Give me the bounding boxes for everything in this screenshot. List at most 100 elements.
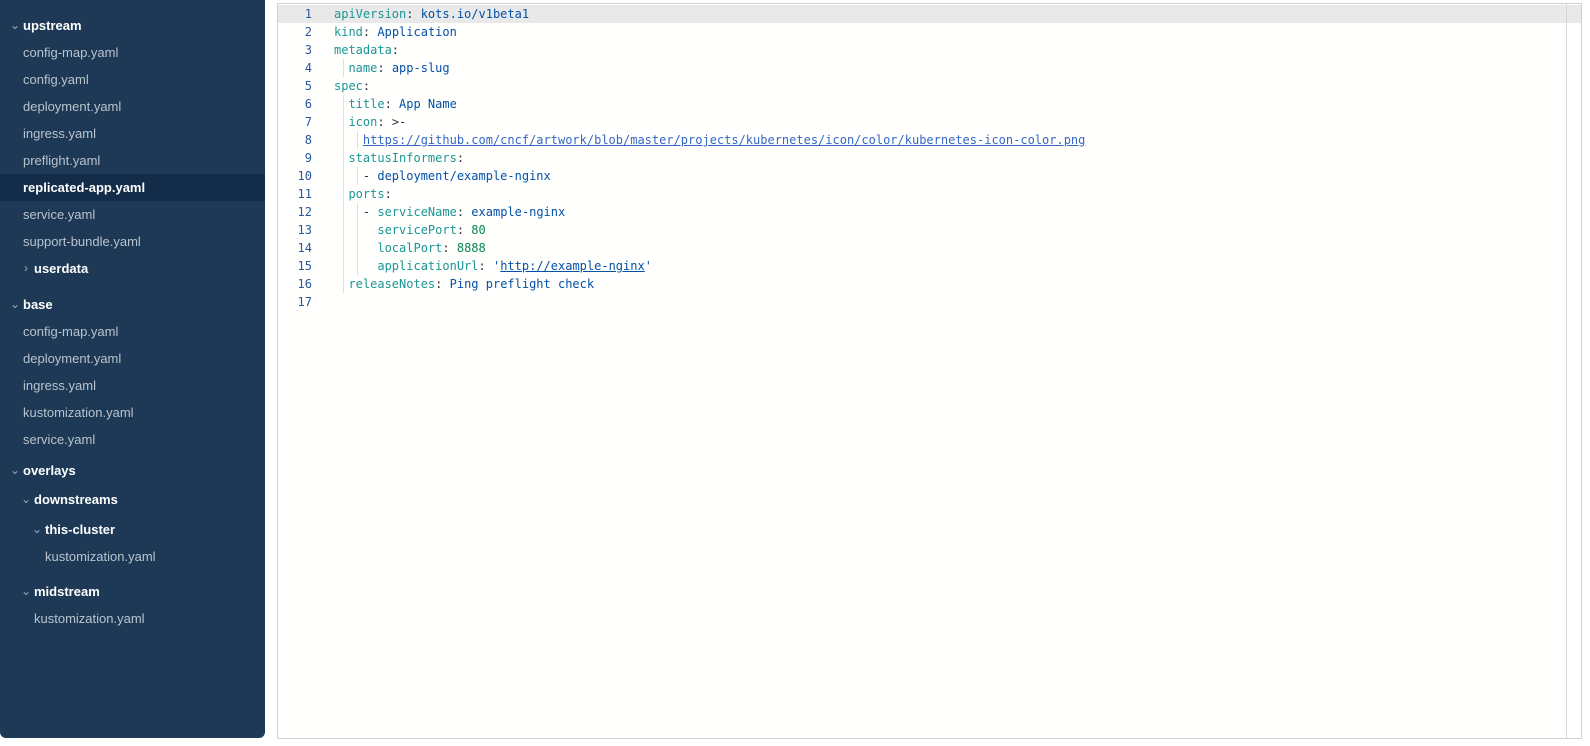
indent-guide	[343, 113, 344, 131]
file-tree-item-label: config-map.yaml	[23, 324, 118, 339]
code-line[interactable]: 13 servicePort: 80	[278, 221, 1581, 239]
code-line[interactable]: 2 kind: Application	[278, 23, 1581, 41]
file-tree-file-config-map-yaml[interactable]: config-map.yaml	[0, 318, 265, 345]
code-line[interactable]: 12 - serviceName: example-nginx	[278, 203, 1581, 221]
file-tree-folder-userdata[interactable]: › userdata	[0, 255, 265, 282]
line-number: 15	[278, 257, 312, 275]
file-tree-item-label: midstream	[34, 584, 100, 599]
file-tree-file-kustomization-yaml[interactable]: kustomization.yaml	[0, 543, 265, 570]
chevron-right-icon[interactable]: ›	[20, 255, 32, 282]
code-line[interactable]: 4 name: app-slug	[278, 59, 1581, 77]
code-line-content: releaseNotes: Ping preflight check	[312, 275, 1581, 293]
line-number: 10	[278, 167, 312, 185]
line-number: 2	[278, 23, 312, 41]
code-line-content: https://github.com/cncf/artwork/blob/mas…	[312, 131, 1581, 149]
file-tree-item-label: downstreams	[34, 492, 118, 507]
code-line-content: servicePort: 80	[312, 221, 1581, 239]
indent-guide	[343, 185, 344, 203]
file-tree-file-ingress-yaml[interactable]: ingress.yaml	[0, 120, 265, 147]
code-line[interactable]: 7 icon: >-	[278, 113, 1581, 131]
file-tree-folder-upstream[interactable]: ⌄ upstream	[0, 12, 265, 39]
file-tree-file-deployment-yaml[interactable]: deployment.yaml	[0, 93, 265, 120]
file-tree-item-label: service.yaml	[23, 432, 95, 447]
file-tree-item-label: preflight.yaml	[23, 153, 100, 168]
file-tree-folder-this-cluster[interactable]: ⌄ this-cluster	[0, 516, 265, 543]
file-tree-item-label: config.yaml	[23, 72, 89, 87]
file-tree-item-label: ingress.yaml	[23, 126, 96, 141]
file-tree-folder-overlays[interactable]: ⌄ overlays	[0, 457, 265, 484]
chevron-down-icon[interactable]: ⌄	[31, 516, 43, 543]
line-number: 11	[278, 185, 312, 203]
file-tree-file-service-yaml[interactable]: service.yaml	[0, 426, 265, 453]
yaml-editor[interactable]: 1 apiVersion: kots.io/v1beta1 2 kind: Ap…	[277, 3, 1582, 739]
file-tree-item-label: userdata	[34, 261, 88, 276]
code-line[interactable]: 10 - deployment/example-nginx	[278, 167, 1581, 185]
code-line-content: kind: Application	[312, 23, 1581, 41]
file-tree-item-label: deployment.yaml	[23, 351, 121, 366]
file-tree-file-ingress-yaml[interactable]: ingress.yaml	[0, 372, 265, 399]
chevron-down-icon[interactable]: ⌄	[9, 457, 21, 484]
file-tree-item-label: ingress.yaml	[23, 378, 96, 393]
chevron-down-icon[interactable]: ⌄	[9, 291, 21, 318]
file-tree-item-label: support-bundle.yaml	[23, 234, 141, 249]
code-line-content: name: app-slug	[312, 59, 1581, 77]
code-line[interactable]: 3 metadata:	[278, 41, 1581, 59]
file-tree-folder-downstreams[interactable]: ⌄ downstreams	[0, 486, 265, 513]
code-lines: 1 apiVersion: kots.io/v1beta1 2 kind: Ap…	[278, 5, 1581, 311]
indent-guide	[343, 167, 344, 185]
line-number: 6	[278, 95, 312, 113]
file-tree-file-config-yaml[interactable]: config.yaml	[0, 66, 265, 93]
code-line[interactable]: 11 ports:	[278, 185, 1581, 203]
code-line-content: metadata:	[312, 41, 1581, 59]
file-tree-file-kustomization-yaml[interactable]: kustomization.yaml	[0, 399, 265, 426]
chevron-down-icon[interactable]: ⌄	[20, 578, 32, 605]
code-line[interactable]: 17	[278, 293, 1581, 311]
line-number: 17	[278, 293, 312, 311]
file-tree-item-label: kustomization.yaml	[34, 611, 145, 626]
code-line[interactable]: 6 title: App Name	[278, 95, 1581, 113]
file-tree: ⌄ upstream config-map.yaml config.yaml d…	[0, 0, 265, 738]
indent-guide	[357, 131, 358, 149]
code-line-content: icon: >-	[312, 113, 1581, 131]
indent-guide	[343, 221, 344, 239]
line-number: 1	[278, 5, 312, 23]
indent-guide	[343, 203, 344, 221]
indent-guide	[343, 149, 344, 167]
file-tree-file-deployment-yaml[interactable]: deployment.yaml	[0, 345, 265, 372]
file-tree-file-support-bundle-yaml[interactable]: support-bundle.yaml	[0, 228, 265, 255]
file-tree-item-label: kustomization.yaml	[45, 549, 156, 564]
file-tree-file-service-yaml[interactable]: service.yaml	[0, 201, 265, 228]
file-tree-file-preflight-yaml[interactable]: preflight.yaml	[0, 147, 265, 174]
file-tree-file-replicated-app-yaml[interactable]: replicated-app.yaml	[0, 174, 265, 201]
file-tree-file-config-map-yaml[interactable]: config-map.yaml	[0, 39, 265, 66]
file-tree-file-kustomization-yaml[interactable]: kustomization.yaml	[0, 605, 265, 632]
indent-guide	[357, 239, 358, 257]
chevron-down-icon[interactable]: ⌄	[9, 12, 21, 39]
scrollbar-track[interactable]	[1566, 4, 1567, 738]
code-line-content: - serviceName: example-nginx	[312, 203, 1581, 221]
file-tree-folder-base[interactable]: ⌄ base	[0, 291, 265, 318]
line-number: 12	[278, 203, 312, 221]
code-line[interactable]: 1 apiVersion: kots.io/v1beta1	[278, 5, 1581, 23]
code-line[interactable]: 15 applicationUrl: 'http://example-nginx…	[278, 257, 1581, 275]
line-number: 16	[278, 275, 312, 293]
code-line[interactable]: 16 releaseNotes: Ping preflight check	[278, 275, 1581, 293]
indent-guide	[357, 221, 358, 239]
url-link[interactable]: http://example-nginx	[500, 259, 645, 273]
line-number: 7	[278, 113, 312, 131]
code-line[interactable]: 5 spec:	[278, 77, 1581, 95]
code-line[interactable]: 14 localPort: 8888	[278, 239, 1581, 257]
app-window: ⌄ upstream config-map.yaml config.yaml d…	[0, 0, 1590, 746]
indent-guide	[357, 257, 358, 275]
chevron-down-icon[interactable]: ⌄	[20, 486, 32, 513]
file-tree-item-label: this-cluster	[45, 522, 115, 537]
file-tree-folder-midstream[interactable]: ⌄ midstream	[0, 578, 265, 605]
line-number: 13	[278, 221, 312, 239]
code-line-content: localPort: 8888	[312, 239, 1581, 257]
code-line[interactable]: 9 statusInformers:	[278, 149, 1581, 167]
code-line[interactable]: 8 https://github.com/cncf/artwork/blob/m…	[278, 131, 1581, 149]
line-number: 9	[278, 149, 312, 167]
url-link[interactable]: https://github.com/cncf/artwork/blob/mas…	[363, 133, 1085, 147]
indent-guide	[357, 167, 358, 185]
code-line-content: apiVersion: kots.io/v1beta1	[312, 5, 1581, 23]
